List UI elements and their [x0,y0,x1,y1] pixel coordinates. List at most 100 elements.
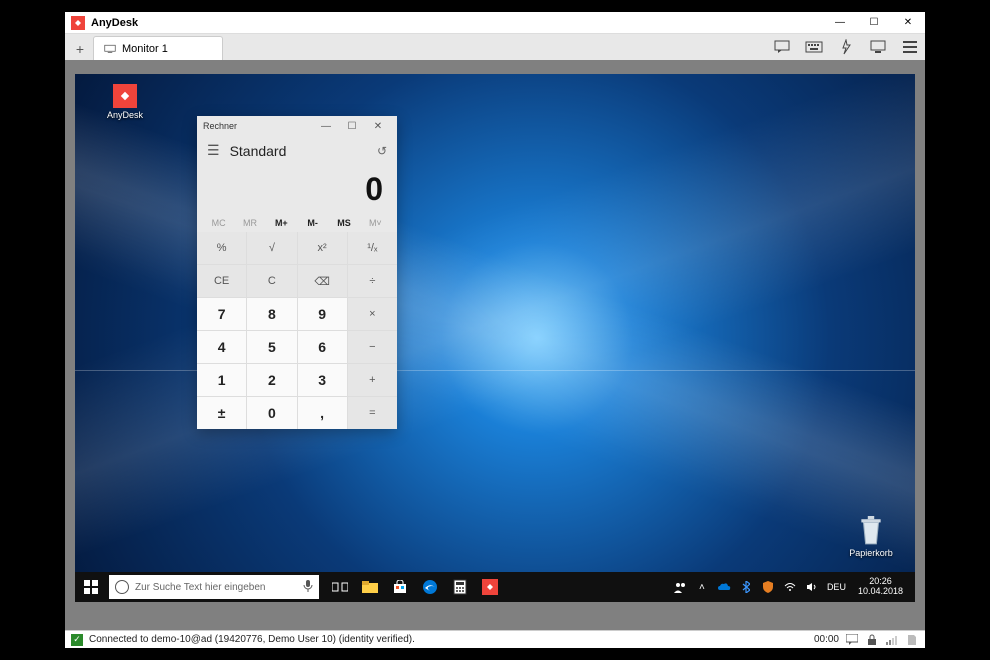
titlebar: AnyDesk — ☐ ✕ [65,12,925,34]
history-icon[interactable]: ↺ [377,144,387,158]
key-square[interactable]: x² [298,232,347,264]
new-tab-button[interactable]: + [69,38,91,60]
mem-ms[interactable]: MS [328,218,359,228]
display-icon[interactable] [869,38,887,56]
anydesk-app-icon [71,16,85,30]
status-check-icon: ✓ [71,634,83,646]
actions-icon[interactable] [837,38,855,56]
status-chat-icon[interactable] [845,633,859,647]
calculator-keypad: % √ x² ¹/ₓ CE C ⌫ ÷ 7 8 9 × 4 5 6 − 1 [197,232,397,429]
status-signal-icon[interactable] [885,633,899,647]
key-add[interactable]: + [348,364,397,396]
keyboard-icon[interactable] [805,38,823,56]
tab-bar: + Monitor 1 [65,34,925,60]
key-6[interactable]: 6 [298,331,347,363]
tray-volume-icon[interactable] [805,580,819,594]
key-4[interactable]: 4 [197,331,246,363]
session-timer: 00:00 [814,634,839,645]
calculator-titlebar[interactable]: Rechner — ☐ ✕ [197,116,397,136]
status-lock-icon[interactable] [865,633,879,647]
system-tray: ˄ DEU 20:26 10.04.2018 [673,577,915,597]
status-file-icon[interactable] [905,633,919,647]
maximize-button[interactable]: ☐ [857,12,891,34]
mic-icon[interactable] [303,579,313,596]
key-decimal[interactable]: , [298,397,347,429]
tab-monitor-1[interactable]: Monitor 1 [93,36,223,60]
calculator-header: ☰ Standard ↺ [197,136,397,165]
taskbar-store[interactable] [385,572,415,602]
key-reciprocal[interactable]: ¹/ₓ [348,232,397,264]
search-placeholder: Zur Suche Text hier eingeben [135,582,265,593]
calc-maximize-button[interactable]: ☐ [339,121,365,132]
taskbar-anydesk[interactable] [475,572,505,602]
key-2[interactable]: 2 [247,364,296,396]
hamburger-icon[interactable]: ☰ [207,142,220,159]
task-view-button[interactable] [325,572,355,602]
mem-mminus[interactable]: M- [297,218,328,228]
calculator-memory-row: MC MR M+ M- MS M˅ [197,218,397,232]
key-sqrt[interactable]: √ [247,232,296,264]
mem-mr[interactable]: MR [234,218,265,228]
desktop-icon-anydesk[interactable]: AnyDesk [95,84,155,120]
key-0[interactable]: 0 [247,397,296,429]
anydesk-icon [113,84,137,108]
clock-date: 10.04.2018 [858,587,903,597]
calc-close-button[interactable]: ✕ [365,121,391,132]
windows-logo-icon [84,580,98,594]
key-9[interactable]: 9 [298,298,347,330]
tab-label: Monitor 1 [122,43,168,55]
search-box[interactable]: Zur Suche Text hier eingeben [109,575,319,599]
tray-people-icon[interactable] [673,580,687,594]
tray-language[interactable]: DEU [827,582,846,592]
taskbar-apps [325,572,505,602]
session-toolbar [773,34,919,60]
taskbar-calculator[interactable] [445,572,475,602]
calculator-title: Rechner [203,121,237,131]
calculator-mode: Standard [230,143,367,159]
monitor-icon [104,44,116,54]
desktop-icon-recycle-bin[interactable]: Papierkorb [841,516,901,558]
cortana-icon [115,580,129,594]
key-5[interactable]: 5 [247,331,296,363]
chat-icon[interactable] [773,38,791,56]
key-ce[interactable]: CE [197,265,246,297]
taskbar-edge[interactable] [415,572,445,602]
key-1[interactable]: 1 [197,364,246,396]
desktop-icon-label: AnyDesk [95,110,155,120]
app-title: AnyDesk [91,17,138,29]
key-3[interactable]: 3 [298,364,347,396]
mem-mplus[interactable]: M+ [266,218,297,228]
tray-network-icon[interactable] [783,580,797,594]
key-divide[interactable]: ÷ [348,265,397,297]
key-multiply[interactable]: × [348,298,397,330]
calculator-window[interactable]: Rechner — ☐ ✕ ☰ Standard ↺ 0 MC MR M+ M- [197,116,397,429]
anydesk-window: AnyDesk — ☐ ✕ + Monitor 1 AnyDesk [65,12,925,648]
remote-desktop[interactable]: AnyDesk Papierkorb Rechner — ☐ ✕ ☰ Stand… [75,74,915,602]
tray-clock[interactable]: 20:26 10.04.2018 [854,577,907,597]
desktop-icon-label: Papierkorb [841,548,901,558]
taskbar-file-explorer[interactable] [355,572,385,602]
key-percent[interactable]: % [197,232,246,264]
tray-bluetooth-icon[interactable] [739,580,753,594]
close-button[interactable]: ✕ [891,12,925,34]
key-equals[interactable]: = [348,397,397,429]
calculator-display: 0 [197,165,397,218]
tray-security-icon[interactable] [761,580,775,594]
status-bar: ✓ Connected to demo-10@ad (19420776, Dem… [65,630,925,648]
key-subtract[interactable]: − [348,331,397,363]
windows-taskbar: Zur Suche Text hier eingeben ˄ [75,572,915,602]
calc-minimize-button[interactable]: — [313,121,339,132]
key-backspace[interactable]: ⌫ [298,265,347,297]
recycle-bin-icon [856,516,886,546]
key-negate[interactable]: ± [197,397,246,429]
tray-overflow-icon[interactable]: ˄ [695,580,709,594]
minimize-button[interactable]: — [823,12,857,34]
mem-mc[interactable]: MC [203,218,234,228]
key-8[interactable]: 8 [247,298,296,330]
tray-onedrive-icon[interactable] [717,580,731,594]
key-c[interactable]: C [247,265,296,297]
menu-icon[interactable] [901,38,919,56]
mem-mlist[interactable]: M˅ [360,218,391,228]
start-button[interactable] [75,572,107,602]
key-7[interactable]: 7 [197,298,246,330]
